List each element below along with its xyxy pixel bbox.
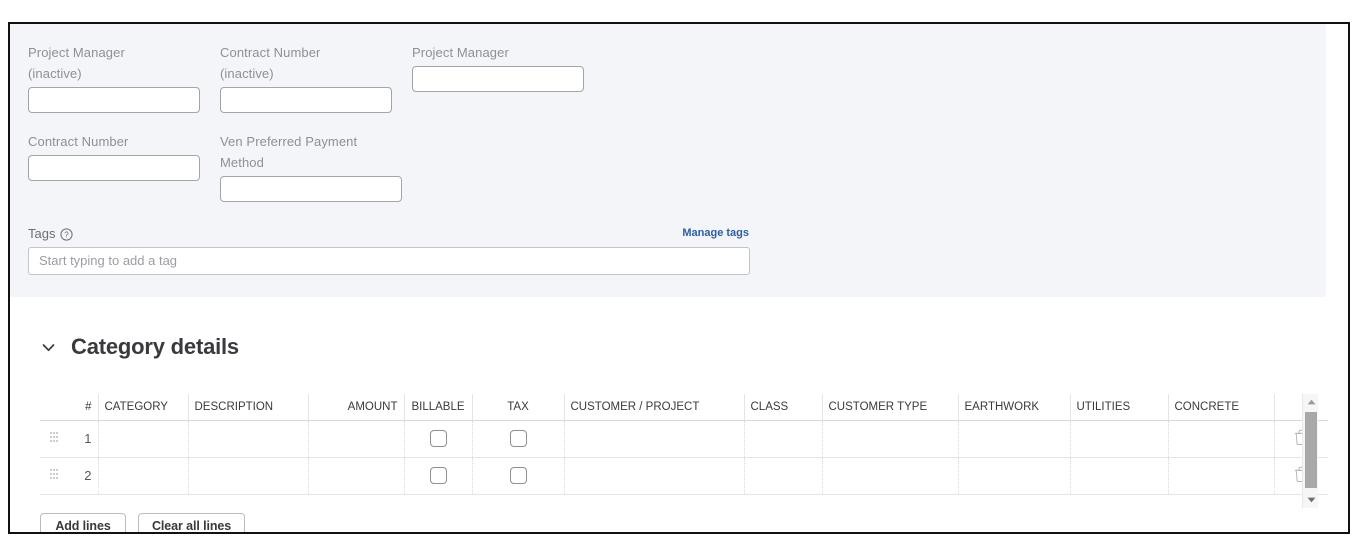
question-circle-icon[interactable]: ? — [60, 227, 74, 241]
cell-delete — [1274, 420, 1328, 458]
cell-customer-type[interactable] — [822, 420, 959, 458]
scroll-up-button[interactable] — [1303, 394, 1319, 410]
table-row: 2 — [40, 457, 1328, 495]
grid-vertical-scrollbar[interactable] — [1302, 394, 1318, 508]
svg-text:?: ? — [65, 230, 70, 239]
expense-form-panel: Project Manager (inactive) Contract Numb… — [8, 22, 1350, 534]
field-project-manager: Project Manager — [412, 42, 584, 92]
cell-concrete[interactable] — [1168, 420, 1275, 458]
manage-tags-link[interactable]: Manage tags — [682, 227, 749, 239]
field-contract-number: Contract Number — [28, 131, 200, 181]
tax-checkbox[interactable] — [509, 467, 527, 485]
category-details-grid: # CATEGORY DESCRIPTION AMOUNT BILLABLE T… — [40, 394, 1328, 495]
column-header-class: CLASS — [744, 394, 823, 421]
cell-tax — [472, 420, 565, 458]
contract-number-inactive-input[interactable] — [220, 87, 392, 113]
field-label: Contract Number — [220, 45, 321, 60]
cell-class[interactable] — [744, 420, 823, 458]
field-label: Ven Preferred Payment — [220, 134, 358, 149]
column-header-utilities: UTILITIES — [1070, 394, 1169, 421]
cell-earthwork[interactable] — [958, 457, 1071, 495]
cell-category[interactable] — [98, 457, 189, 495]
field-label: Contract Number — [28, 134, 129, 149]
cell-description[interactable] — [188, 420, 309, 458]
field-label: Project Manager — [28, 45, 125, 60]
column-header-drag — [40, 394, 68, 421]
cell-utilities[interactable] — [1070, 457, 1169, 495]
tags-section: Tags ? Manage tags Start typing to add a… — [28, 224, 750, 275]
column-header-tax: TAX — [472, 394, 565, 421]
cell-concrete[interactable] — [1168, 457, 1275, 495]
cell-description[interactable] — [188, 457, 309, 495]
cell-customer-type[interactable] — [822, 457, 959, 495]
field-project-manager-inactive: Project Manager (inactive) — [28, 42, 200, 113]
tax-checkbox[interactable] — [509, 430, 527, 448]
cell-delete — [1274, 457, 1328, 495]
column-header-concrete: CONCRETE — [1168, 394, 1275, 421]
cell-class[interactable] — [744, 457, 823, 495]
field-label-sub: Method — [220, 155, 264, 170]
vendor-preferred-payment-method-input[interactable] — [220, 176, 402, 202]
tags-label-row: Tags ? Manage tags — [28, 224, 750, 242]
line-items-table: # CATEGORY DESCRIPTION AMOUNT BILLABLE T… — [40, 394, 1328, 495]
clear-all-lines-button[interactable]: Clear all lines — [138, 513, 246, 532]
column-header-category: CATEGORY — [98, 394, 189, 421]
cell-earthwork[interactable] — [958, 420, 1071, 458]
cell-tax — [472, 457, 565, 495]
cell-billable — [404, 457, 473, 495]
table-header-row: # CATEGORY DESCRIPTION AMOUNT BILLABLE T… — [40, 394, 1328, 421]
column-header-amount: AMOUNT — [308, 394, 405, 421]
cell-billable — [404, 420, 473, 458]
column-header-earthwork: EARTHWORK — [958, 394, 1071, 421]
column-header-actions — [1274, 394, 1328, 421]
field-vendor-preferred-payment-method: Ven Preferred Payment Method — [220, 131, 402, 202]
field-label-sub: (inactive) — [220, 66, 274, 81]
project-manager-inactive-input[interactable] — [28, 87, 200, 113]
column-header-billable: BILLABLE — [404, 394, 473, 421]
cell-customer-project[interactable] — [564, 420, 745, 458]
field-contract-number-inactive: Contract Number (inactive) — [220, 42, 392, 113]
project-manager-input[interactable] — [412, 66, 584, 92]
drag-handle-icon[interactable] — [40, 457, 68, 495]
tags-input[interactable]: Start typing to add a tag — [28, 247, 750, 275]
custom-fields-panel: Project Manager (inactive) Contract Numb… — [10, 24, 1326, 297]
category-details-title: Category details — [71, 334, 239, 359]
scroll-down-button[interactable] — [1303, 492, 1319, 508]
add-lines-button[interactable]: Add lines — [40, 513, 126, 532]
row-number: 1 — [68, 420, 99, 458]
table-row: 1 — [40, 420, 1328, 458]
cell-amount[interactable] — [308, 457, 405, 495]
scrollbar-thumb[interactable] — [1305, 412, 1317, 488]
column-header-customer-project: CUSTOMER / PROJECT — [564, 394, 745, 421]
tags-label: Tags — [28, 225, 56, 241]
grid-action-buttons: Add lines Clear all lines — [40, 513, 246, 532]
contract-number-input[interactable] — [28, 155, 200, 181]
cell-category[interactable] — [98, 420, 189, 458]
field-label-sub: (inactive) — [28, 66, 82, 81]
row-number: 2 — [68, 457, 99, 495]
tags-label-group: Tags ? — [28, 225, 74, 241]
cell-customer-project[interactable] — [564, 457, 745, 495]
billable-checkbox[interactable] — [429, 430, 447, 448]
column-header-customer-type: CUSTOMER TYPE — [822, 394, 959, 421]
cell-utilities[interactable] — [1070, 420, 1169, 458]
drag-handle-icon[interactable] — [40, 420, 68, 458]
field-label: Project Manager — [412, 45, 509, 60]
billable-checkbox[interactable] — [429, 467, 447, 485]
column-header-description: DESCRIPTION — [188, 394, 309, 421]
column-header-number: # — [68, 394, 99, 421]
chevron-down-icon[interactable] — [40, 339, 57, 356]
cell-amount[interactable] — [308, 420, 405, 458]
category-details-header[interactable]: Category details — [40, 334, 239, 360]
